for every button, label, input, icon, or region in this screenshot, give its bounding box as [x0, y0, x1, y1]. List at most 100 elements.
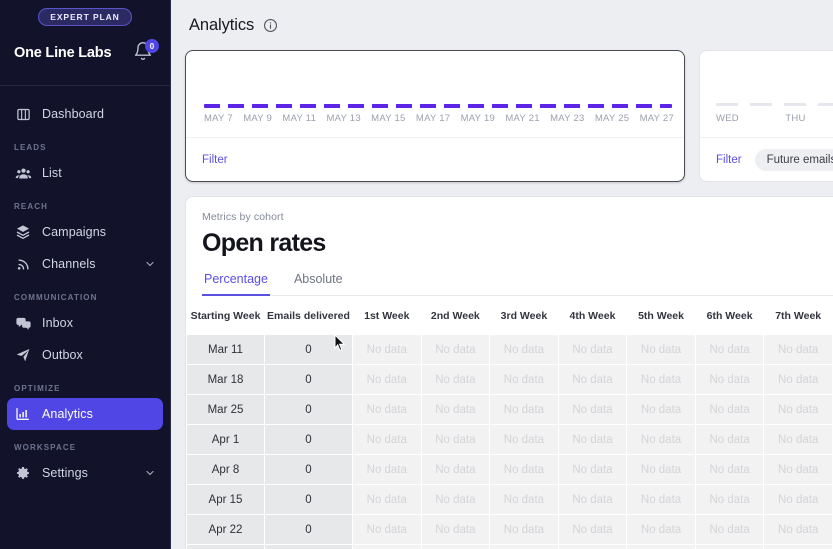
cell-no-data: No data — [489, 424, 559, 455]
notifications-button[interactable]: 0 — [132, 39, 159, 66]
cell-emails-delivered — [264, 544, 353, 549]
cohort-table-body: Mar 11 0 No data No data No data No data No da… — [186, 334, 833, 549]
chart-icon — [14, 405, 32, 423]
filter-link[interactable]: Filter — [716, 154, 742, 166]
sidebar-item-analytics[interactable]: Analytics — [7, 398, 163, 430]
cell-no-data — [352, 544, 422, 549]
sidebar-item-settings[interactable]: Settings — [7, 457, 163, 489]
chevron-down-icon[interactable] — [144, 258, 156, 270]
info-circle-icon[interactable] — [263, 18, 278, 33]
cell-no-data: No data — [489, 454, 559, 485]
cell-no-data: No data — [352, 394, 422, 425]
table-row[interactable]: Apr 22 0 No data No data No data No data No da… — [186, 514, 833, 545]
main-content: Analytics MAY 7 MAY 9 MAY 11 MAY 13 MAY … — [171, 0, 833, 549]
cell-no-data — [420, 544, 491, 549]
cell-no-data: No data — [420, 394, 491, 425]
cell-no-data: No data — [626, 484, 696, 515]
axis-tick: MAY 15 — [371, 113, 406, 124]
sidebar-item-campaigns[interactable]: Campaigns — [7, 216, 163, 248]
cell-no-data: No data — [763, 454, 833, 485]
cell-no-data: No data — [352, 334, 422, 365]
rss-icon — [14, 255, 32, 273]
layers-icon — [14, 223, 32, 241]
table-row[interactable]: Apr 8 0 No data No data No data No data No dat… — [186, 454, 833, 485]
axis-tick: MAY 25 — [594, 113, 630, 124]
cell-emails-delivered: 0 — [264, 424, 353, 455]
cell-no-data: No data — [489, 514, 559, 545]
axis-tick: MAY 21 — [505, 113, 540, 124]
sidebar-item-channels[interactable]: Channels — [7, 248, 163, 280]
sidebar-item-label: Settings — [42, 466, 88, 480]
filter-link[interactable]: Filter — [202, 154, 228, 166]
cell-no-data: No data — [420, 424, 491, 455]
cell-starting-week: Mar 25 — [186, 394, 265, 425]
cell-no-data: No data — [489, 334, 559, 365]
cell-emails-delivered: 0 — [264, 394, 353, 425]
cell-starting-week: Apr 22 — [186, 514, 265, 545]
weekday-dashed-line — [716, 103, 833, 106]
timeline-dashed-line — [204, 104, 672, 108]
cell-starting-week — [186, 544, 265, 549]
col-4th-week: 4th Week — [558, 296, 627, 335]
table-row[interactable]: Mar 18 0 No data No data No data No data No da… — [186, 364, 833, 395]
cell-no-data — [489, 544, 559, 549]
dashboard-icon — [14, 105, 32, 123]
cell-no-data: No data — [420, 484, 491, 515]
sidebar-item-label: List — [42, 166, 62, 180]
weekday-axis: WED THU FRI SAT S — [716, 113, 833, 124]
cell-starting-week: Apr 8 — [186, 454, 265, 485]
cell-starting-week: Mar 11 — [186, 334, 265, 365]
sidebar-item-label: Inbox — [42, 316, 74, 330]
cohort-header: Metrics by cohort Open rates — [186, 197, 833, 258]
cell-emails-delivered: 0 — [264, 334, 353, 365]
sidebar-group-optimize: OPTIMIZE — [14, 384, 61, 393]
sidebar-item-label: Campaigns — [42, 225, 107, 239]
cell-no-data: No data — [557, 454, 628, 485]
sidebar-item-inbox[interactable]: Inbox — [7, 307, 163, 339]
sidebar-group-leads: LEADS — [14, 143, 47, 152]
summary-cards-row: MAY 7 MAY 9 MAY 11 MAY 13 MAY 15 MAY 17 … — [171, 50, 833, 182]
cohort-table-wrap: Starting Week Emails delivered 1st Week … — [186, 296, 833, 549]
table-header-row: Starting Week Emails delivered 1st Week … — [186, 296, 833, 335]
cell-emails-delivered: 0 — [264, 454, 353, 485]
sidebar-item-outbox[interactable]: Outbox — [7, 339, 163, 371]
axis-tick: MAY 9 — [243, 113, 273, 124]
cell-no-data: No data — [352, 454, 422, 485]
plan-badge[interactable]: EXPERT PLAN — [38, 8, 132, 27]
tab-absolute[interactable]: Absolute — [292, 272, 345, 296]
sidebar-group-workspace: WORKSPACE — [14, 443, 77, 452]
table-row[interactable]: Apr 1 0 No data No data No data No data No dat… — [186, 424, 833, 455]
cohort-table-head: Starting Week Emails delivered 1st Week … — [186, 296, 833, 335]
col-7th-week: 7th Week — [763, 296, 833, 335]
axis-tick: MAY 27 — [639, 113, 674, 124]
tab-percentage[interactable]: Percentage — [202, 272, 270, 296]
axis-tick: MAY 7 — [204, 113, 233, 124]
cell-no-data: No data — [420, 514, 491, 545]
sidebar-item-label: Dashboard — [42, 107, 105, 121]
cell-no-data: No data — [694, 424, 765, 455]
cell-no-data: No data — [763, 484, 833, 515]
table-row[interactable]: Mar 25 0 No data No data No data No data No da… — [186, 394, 833, 425]
cell-no-data: No data — [763, 334, 833, 365]
cell-no-data: No data — [352, 424, 422, 455]
chat-icon — [14, 314, 32, 332]
sidebar-item-label: Outbox — [42, 348, 83, 362]
col-2nd-week: 2nd Week — [421, 296, 490, 335]
cell-no-data: No data — [694, 514, 765, 545]
table-row[interactable]: Apr 15 0 No data No data No data No data No da… — [186, 484, 833, 515]
future-emails-pill[interactable]: Future emails — [754, 149, 833, 171]
cell-no-data: No data — [352, 364, 422, 395]
axis-tick: THU — [785, 113, 806, 124]
cell-starting-week: Mar 18 — [186, 364, 265, 395]
table-row[interactable]: Mar 11 0 No data No data No data No data No da… — [186, 334, 833, 365]
sidebar-item-dashboard[interactable]: Dashboard — [7, 98, 163, 130]
cell-no-data: No data — [694, 334, 765, 365]
cell-no-data — [763, 544, 833, 549]
sidebar-item-list[interactable]: List — [7, 157, 163, 189]
sidebar-item-label: Analytics — [42, 407, 93, 421]
cell-no-data: No data — [626, 454, 696, 485]
chevron-down-icon[interactable] — [144, 467, 156, 479]
cell-emails-delivered: 0 — [264, 484, 353, 515]
table-row[interactable] — [186, 544, 833, 549]
cell-no-data — [557, 544, 628, 549]
